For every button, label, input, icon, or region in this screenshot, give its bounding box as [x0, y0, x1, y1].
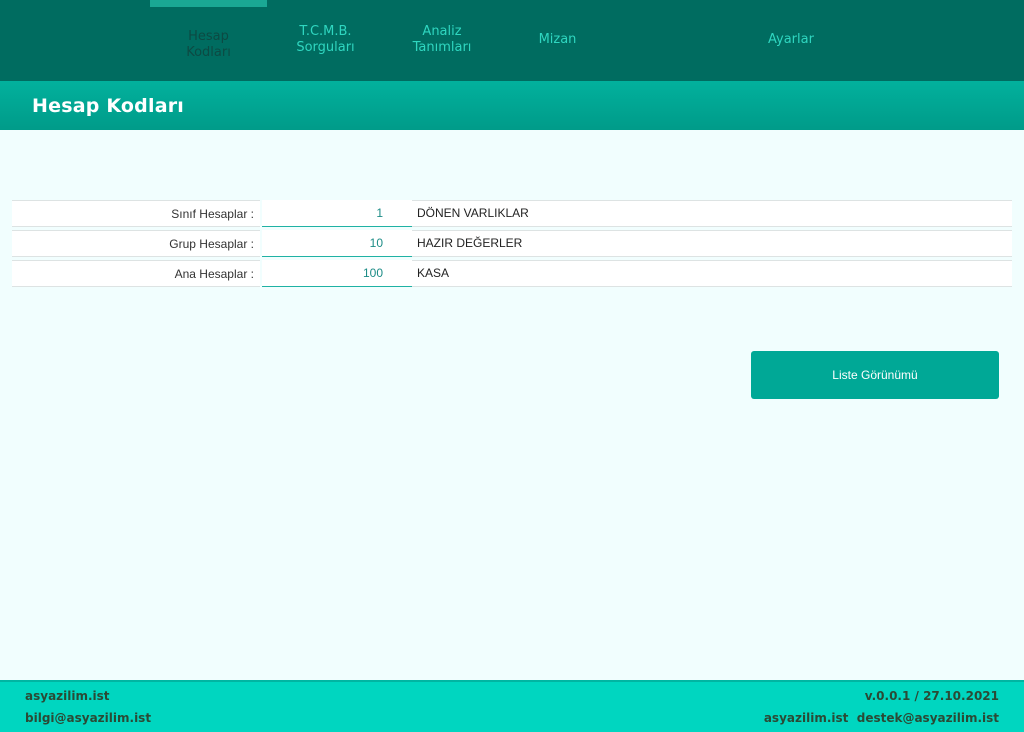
- top-navigation-bar: Hesap Kodları T.C.M.B. Sorguları Analiz …: [0, 0, 1024, 81]
- account-row-sinif: Sınıf Hesaplar : 1 DÖNEN VARLIKLAR: [12, 200, 1012, 227]
- footer-support-links: asyazilim.ist destek@asyazilim.ist: [764, 711, 999, 725]
- sinif-hesaplar-label: Sınıf Hesaplar :: [12, 200, 260, 227]
- footer-version: v.0.0.1 / 27.10.2021: [864, 689, 999, 703]
- ana-hesaplar-name: KASA: [412, 260, 1012, 287]
- sinif-hesaplar-name: DÖNEN VARLIKLAR: [412, 200, 1012, 227]
- sinif-hesaplar-code-field[interactable]: 1: [262, 200, 412, 227]
- nav-tab-label: Ayarlar: [768, 32, 814, 47]
- grup-hesaplar-label: Grup Hesaplar :: [12, 230, 260, 257]
- nav-tab-label: T.C.M.B. Sorguları: [296, 24, 355, 55]
- list-view-button[interactable]: Liste Görünümü: [751, 351, 999, 399]
- footer-email-link[interactable]: bilgi@asyazilim.ist: [25, 711, 151, 725]
- nav-tab-label: Analiz Tanımları: [412, 24, 472, 55]
- nav-tab-label: Hesap Kodları: [186, 29, 231, 60]
- nav-tab-mizan[interactable]: Mizan: [500, 0, 615, 60]
- footer: asyazilim.ist bilgi@asyazilim.ist v.0.0.…: [0, 680, 1024, 732]
- account-row-grup: Grup Hesaplar : 10 HAZIR DEĞERLER: [12, 230, 1012, 257]
- grup-hesaplar-name: HAZIR DEĞERLER: [412, 230, 1012, 257]
- ana-hesaplar-label: Ana Hesaplar :: [12, 260, 260, 287]
- nav-tab-ayarlar[interactable]: Ayarlar: [716, 0, 866, 60]
- nav-tab-tcmb-sorgulari[interactable]: T.C.M.B. Sorguları: [268, 0, 383, 60]
- page-title: Hesap Kodları: [32, 95, 184, 117]
- nav-tab-label: Mizan: [538, 32, 577, 47]
- nav-tab-hesap-kodlari[interactable]: Hesap Kodları: [150, 0, 267, 60]
- footer-support-site-link[interactable]: asyazilim.ist: [764, 711, 849, 725]
- account-row-ana: Ana Hesaplar : 100 KASA: [12, 260, 1012, 287]
- page-title-bar: Hesap Kodları: [0, 81, 1024, 130]
- grup-hesaplar-code-field[interactable]: 10: [262, 230, 412, 257]
- nav-tab-analiz-tanimlari[interactable]: Analiz Tanımları: [384, 0, 500, 60]
- footer-support-email-link[interactable]: destek@asyazilim.ist: [857, 711, 999, 725]
- footer-site-link[interactable]: asyazilim.ist: [25, 689, 110, 703]
- ana-hesaplar-code-field[interactable]: 100: [262, 260, 412, 287]
